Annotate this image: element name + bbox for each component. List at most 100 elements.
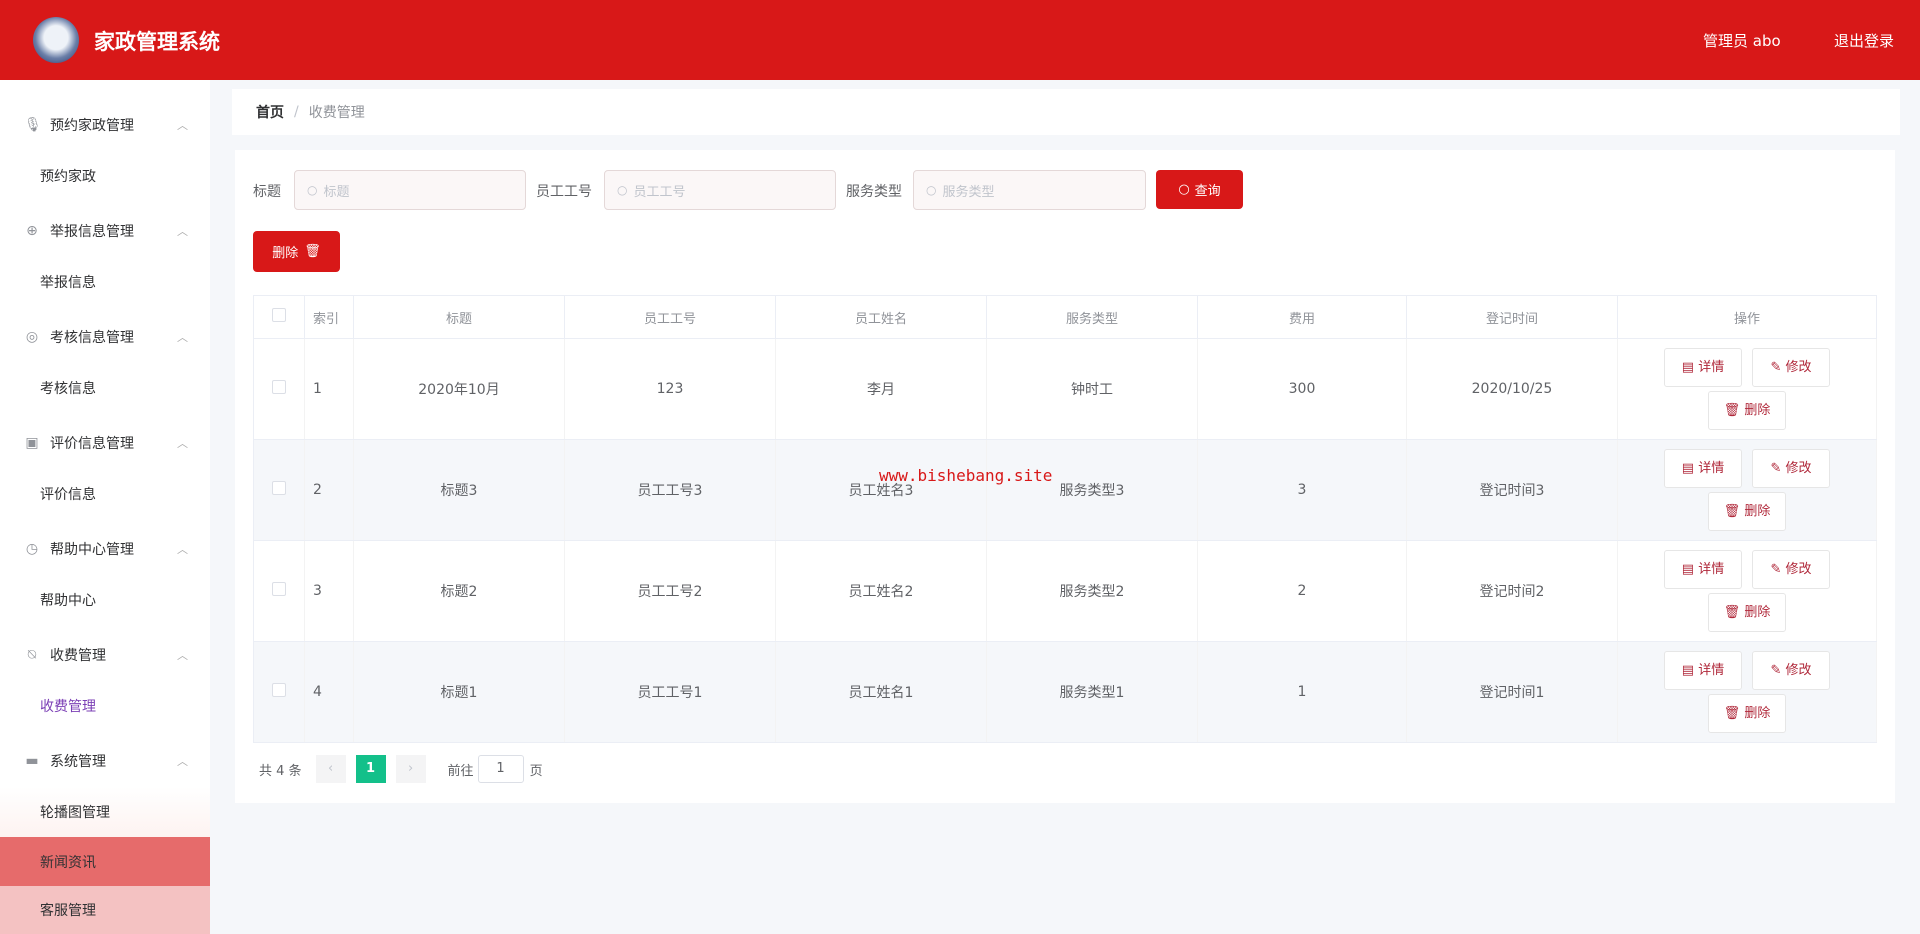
edit-button[interactable]: ✎ 修改 bbox=[1752, 348, 1830, 387]
trash-icon: 🗑 bbox=[1723, 504, 1745, 519]
sidebar-group[interactable]: 🎙 预约家政管理 ︿ bbox=[0, 100, 210, 150]
prev-page-button[interactable]: ‹ bbox=[315, 755, 346, 783]
edit-button[interactable]: ✎ 修改 bbox=[1752, 550, 1830, 589]
pencil-icon: ✎ bbox=[1770, 562, 1786, 577]
sidebar-group[interactable]: ⍉ 收费管理 ︿ bbox=[0, 630, 210, 680]
watermark: www.bishebang.site bbox=[879, 466, 1053, 485]
row-checkbox-cell[interactable] bbox=[253, 641, 305, 743]
column-header: 员工工号 bbox=[564, 295, 776, 339]
breadcrumb-home[interactable]: 首页 bbox=[256, 102, 284, 122]
sidebar-group-label: 评价信息管理 bbox=[50, 436, 134, 452]
emp-no-search-input[interactable]: ○ 员工工号 bbox=[604, 170, 836, 210]
batch-delete-button[interactable]: 删除 🗑 bbox=[253, 231, 340, 272]
detail-label: 详情 bbox=[1698, 562, 1725, 577]
page-1-button[interactable]: 1 bbox=[355, 755, 386, 783]
actions-cell: ▤ 详情 ✎ 修改 🗑 删除 bbox=[1617, 540, 1877, 642]
sidebar-group[interactable]: ◷ 帮助中心管理 ︿ bbox=[0, 524, 210, 574]
table-cell: 登记时间3 bbox=[1406, 439, 1618, 541]
detail-label: 详情 bbox=[1698, 360, 1725, 375]
actions-cell: ▤ 详情 ✎ 修改 🗑 删除 bbox=[1617, 439, 1877, 541]
checkbox[interactable] bbox=[272, 582, 286, 596]
delete-button[interactable]: 🗑 删除 bbox=[1708, 391, 1786, 430]
pencil-icon: ✎ bbox=[1770, 663, 1786, 678]
detail-button[interactable]: ▤ 详情 bbox=[1664, 449, 1742, 488]
table-row: 4 标题1 员工工号1 员工姓名1 服务类型1 1 登记时间1 ▤ 详情 ✎ 修改 🗑 删除 bbox=[253, 641, 1877, 743]
sidebar-item[interactable]: 收费管理 bbox=[0, 681, 210, 731]
sidebar-item[interactable]: 新闻资讯 bbox=[0, 837, 210, 886]
table-cell: 标题1 bbox=[353, 641, 565, 743]
select-all-checkbox-cell[interactable] bbox=[253, 295, 305, 339]
document-icon: ▤ bbox=[1681, 562, 1699, 577]
row-checkbox-cell[interactable] bbox=[253, 439, 305, 541]
goto-page-input[interactable]: 1 bbox=[477, 755, 524, 783]
crosshair-icon: ⊕ bbox=[26, 223, 38, 239]
delete-button[interactable]: 🗑 删除 bbox=[1708, 694, 1786, 733]
sidebar-group[interactable]: ▣ 评价信息管理 ︿ bbox=[0, 418, 210, 468]
sidebar-group[interactable]: ◎ 考核信息管理 ︿ bbox=[0, 312, 210, 362]
sidebar-item-label: 客服管理 bbox=[40, 903, 96, 919]
checkbox[interactable] bbox=[272, 481, 286, 495]
sidebar-item[interactable]: 帮助中心 bbox=[0, 575, 210, 625]
document-icon: ▤ bbox=[1681, 461, 1699, 476]
sidebar-item[interactable]: 预约家政 bbox=[0, 151, 210, 201]
actions-cell: ▤ 详情 ✎ 修改 🗑 删除 bbox=[1617, 338, 1877, 440]
query-button[interactable]: ○ 查询 bbox=[1156, 170, 1243, 209]
sidebar-item-label: 轮播图管理 bbox=[40, 805, 110, 821]
sidebar-item[interactable]: 轮播图管理 bbox=[0, 787, 210, 837]
logout-button[interactable]: 退出登录 bbox=[1834, 30, 1894, 51]
document-icon: ▤ bbox=[1681, 360, 1699, 375]
sidebar-item[interactable]: 考核信息 bbox=[0, 363, 210, 413]
sidebar-item-label: 收费管理 bbox=[40, 699, 96, 715]
detail-label: 详情 bbox=[1698, 663, 1725, 678]
row-checkbox-cell[interactable] bbox=[253, 540, 305, 642]
user-name: 管理员 abo bbox=[1703, 32, 1781, 50]
sidebar-item-label: 评价信息 bbox=[40, 487, 96, 503]
table-cell: 2 bbox=[1197, 540, 1407, 642]
sidebar-group[interactable]: ⊕ 举报信息管理 ︿ bbox=[0, 206, 210, 256]
sidebar-item[interactable]: 评价信息 bbox=[0, 469, 210, 519]
table-row: 3 标题2 员工工号2 员工姓名2 服务类型2 2 登记时间2 ▤ 详情 ✎ 修改 🗑 删除 bbox=[253, 540, 1877, 642]
detail-button[interactable]: ▤ 详情 bbox=[1664, 348, 1742, 387]
edit-button[interactable]: ✎ 修改 bbox=[1752, 449, 1830, 488]
column-header: 操作 bbox=[1617, 295, 1877, 339]
edit-label: 修改 bbox=[1785, 461, 1812, 476]
checkbox[interactable] bbox=[272, 308, 286, 322]
table-row: 2 标题3 员工工号3 员工姓名3 服务类型3 3 登记时间3 ▤ 详情 ✎ 修改 🗑 删除 bbox=[253, 439, 1877, 541]
sidebar-item[interactable]: 客服管理 bbox=[0, 886, 210, 934]
row-checkbox-cell[interactable] bbox=[253, 338, 305, 440]
table-cell: 4 bbox=[304, 641, 354, 743]
breadcrumb: 首页 / 收费管理 bbox=[232, 89, 1900, 135]
pencil-icon: ✎ bbox=[1770, 360, 1786, 375]
delete-button[interactable]: 🗑 删除 bbox=[1708, 593, 1786, 632]
sidebar-item[interactable]: 举报信息 bbox=[0, 257, 210, 307]
next-page-button[interactable]: › bbox=[395, 755, 426, 783]
chevron-up-icon: ︿ bbox=[177, 755, 188, 768]
detail-button[interactable]: ▤ 详情 bbox=[1664, 651, 1742, 690]
edit-button[interactable]: ✎ 修改 bbox=[1752, 651, 1830, 690]
sidebar: 🎙 预约家政管理 ︿ 预约家政 ⊕ 举报信息管理 ︿ 举报信息 ◎ 考核信息管理 ︿ 考核信息 ▣ 评价信… bbox=[0, 80, 210, 934]
sidebar-item-label: 新闻资讯 bbox=[40, 854, 96, 871]
table-cell: 员工工号1 bbox=[564, 641, 776, 743]
table-cell: 登记时间2 bbox=[1406, 540, 1618, 642]
title-search-input[interactable]: ○ 标题 bbox=[294, 170, 526, 210]
chevron-up-icon: ︿ bbox=[177, 649, 188, 662]
breadcrumb-current: 收费管理 bbox=[308, 105, 365, 121]
top-header: 家政管理系统 管理员 abo 退出登录 bbox=[0, 0, 1920, 80]
delete-button[interactable]: 🗑 删除 bbox=[1708, 492, 1786, 531]
table-cell: 服务类型2 bbox=[986, 540, 1198, 642]
service-type-search-input[interactable]: ○ 服务类型 bbox=[913, 170, 1146, 210]
table-cell: 登记时间1 bbox=[1406, 641, 1618, 743]
emp-no-label: 员工工号 bbox=[536, 184, 592, 200]
column-header: 登记时间 bbox=[1406, 295, 1618, 339]
column-header: 索引 bbox=[304, 295, 354, 339]
detail-button[interactable]: ▤ 详情 bbox=[1664, 550, 1742, 589]
total-count: 共 4 条 bbox=[259, 763, 302, 779]
delete-label: 删除 bbox=[1744, 504, 1771, 519]
checkbox[interactable] bbox=[272, 380, 286, 394]
checkbox[interactable] bbox=[272, 683, 286, 697]
delete-label: 删除 bbox=[1744, 403, 1771, 418]
table-cell: 3 bbox=[304, 540, 354, 642]
sidebar-group[interactable]: ▬ 系统管理 ︿ bbox=[0, 736, 210, 786]
table-cell: 3 bbox=[1197, 439, 1407, 541]
sidebar-item-label: 考核信息 bbox=[40, 381, 96, 397]
